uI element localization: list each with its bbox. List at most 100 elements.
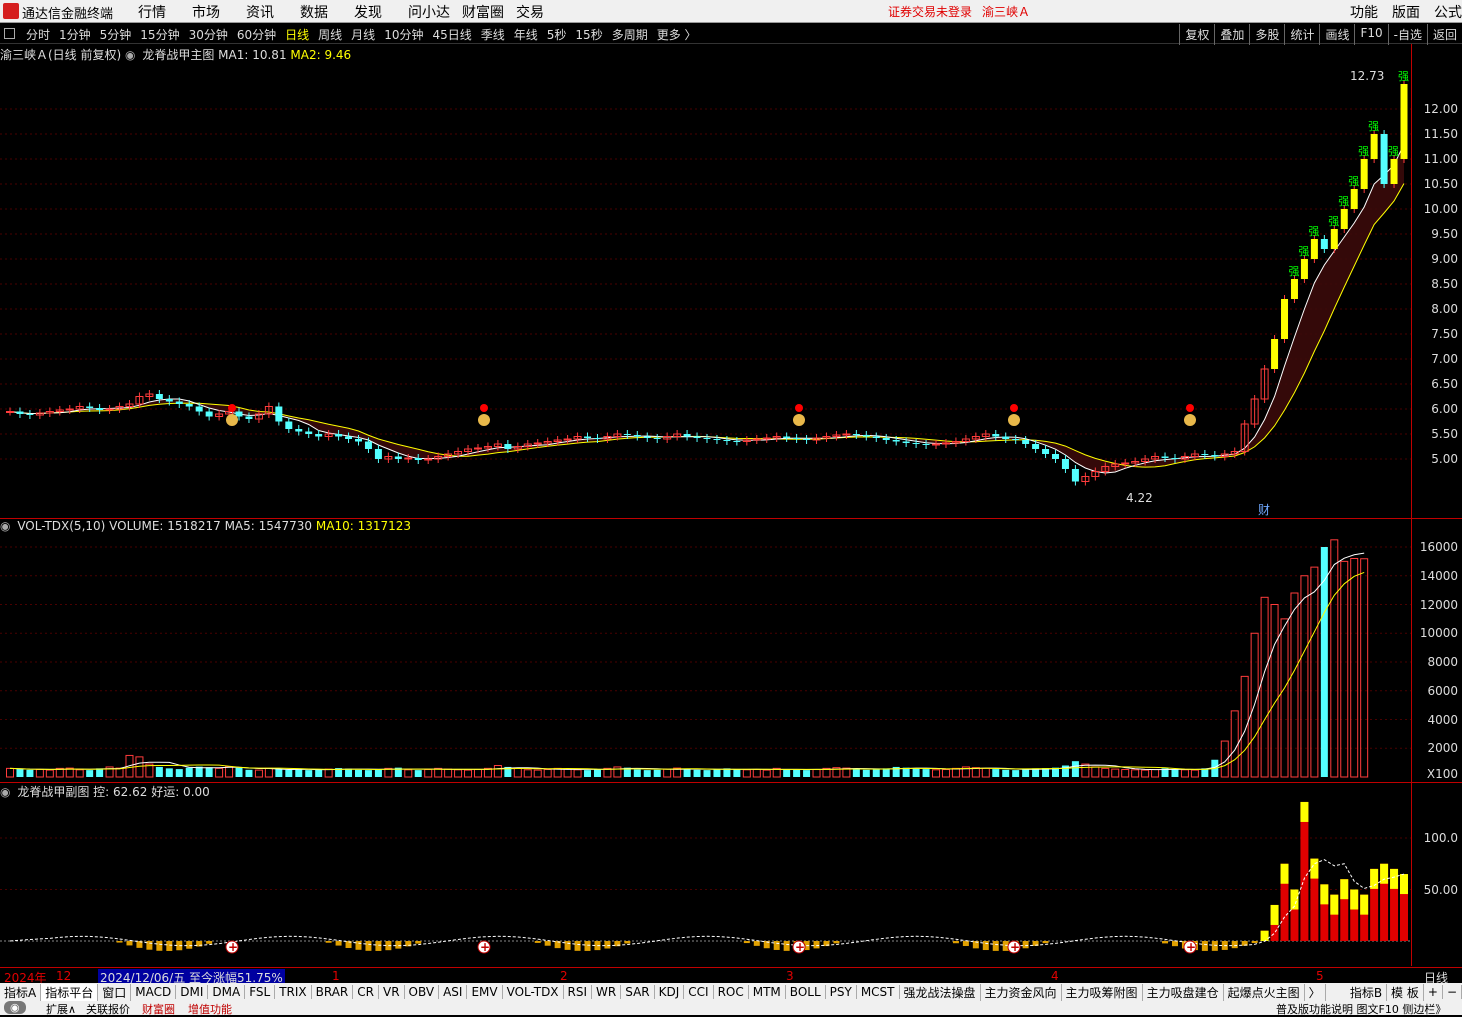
indicator-tab[interactable]: CR	[353, 985, 379, 999]
candle-body	[803, 439, 811, 440]
indicator-tab[interactable]: SAR	[621, 985, 655, 999]
vol-ma10-line	[9, 572, 1365, 770]
strong-marker: 强	[1388, 145, 1399, 158]
indicator-tab[interactable]: 起爆点火主图	[1224, 983, 1305, 1001]
indicator-tab[interactable]: 主力吸盘建仓	[1143, 983, 1224, 1001]
sub-bar-neg	[584, 941, 591, 951]
vol-tick: 16000	[1419, 540, 1458, 554]
indicator-tab[interactable]: RSI	[564, 985, 593, 999]
strong-marker: 强	[1338, 195, 1349, 208]
sub-bar-neg	[1201, 941, 1208, 951]
toggle-icon[interactable]: ◉	[4, 1001, 26, 1014]
kline-chart[interactable]: 强强强强强强强强强强12.734.22财+ + + + +	[0, 0, 1462, 1015]
indicator-tab[interactable]: BOLL	[786, 985, 826, 999]
candle-body	[693, 436, 701, 438]
indicator-right-button[interactable]: 模 板	[1387, 983, 1424, 1001]
volume-bar	[295, 769, 303, 777]
price-tick: 10.50	[1423, 177, 1458, 191]
volume-bar	[1171, 769, 1179, 777]
price-tick: 8.50	[1431, 277, 1458, 291]
candle-body	[165, 399, 173, 402]
candle-body	[1121, 462, 1130, 465]
indicator-tab[interactable]: DMI	[176, 985, 209, 999]
volume-bar	[1131, 769, 1140, 778]
volume-bar	[1190, 769, 1199, 778]
candle-body	[752, 438, 761, 441]
indicator-tab[interactable]: PSY	[826, 985, 857, 999]
volume-bar	[16, 769, 24, 777]
candle-body	[892, 440, 900, 442]
strong-marker: 强	[1348, 175, 1359, 188]
indicator-tab[interactable]: DMA	[208, 985, 246, 999]
candle-body	[1171, 458, 1179, 459]
indicator-right-button[interactable]: +	[1424, 985, 1443, 999]
month-label: 1	[332, 969, 340, 983]
candle-body	[1330, 229, 1338, 249]
indicator-right-button[interactable]: −	[1443, 985, 1462, 999]
volume-bar	[205, 767, 213, 777]
indicator-right-button[interactable]: 指标B	[1346, 983, 1388, 1001]
money-bag-icon	[478, 414, 490, 426]
volume-bar	[922, 769, 930, 777]
indicator-tab[interactable]: ROC	[714, 985, 749, 999]
buy-dot-icon	[1010, 404, 1018, 412]
volume-bar	[86, 770, 94, 777]
volume-bar	[981, 767, 990, 778]
volume-bar	[1260, 596, 1269, 778]
volume-bar	[444, 768, 453, 778]
sub-bar-neg	[186, 941, 193, 949]
volume-bar	[324, 768, 333, 778]
indicator-tab[interactable]: MTM	[749, 985, 786, 999]
indicator-tab[interactable]: VOL-TDX	[503, 985, 564, 999]
volume-bar	[932, 769, 941, 778]
candle-body	[703, 438, 711, 439]
plus-glyph: +	[795, 940, 805, 954]
sub-bar-neg	[604, 941, 611, 949]
volume-bar	[1290, 592, 1299, 778]
volume-bar	[1002, 769, 1010, 777]
candle-body	[922, 444, 930, 445]
indicator-tab[interactable]: 强龙战法操盘	[900, 983, 981, 1001]
volume-bar	[404, 769, 413, 778]
indicator-tab[interactable]: BRAR	[312, 985, 354, 999]
indicator-tab[interactable]: 窗口	[98, 983, 132, 1001]
strong-marker: 强	[1398, 70, 1409, 83]
sub-bar-neg	[743, 941, 750, 944]
indicator-tab[interactable]: KDJ	[655, 985, 685, 999]
indicator-tab[interactable]: MACD	[131, 985, 177, 999]
indicator-tab[interactable]: FSL	[245, 985, 276, 999]
indicator-tab[interactable]: 指标A	[0, 983, 42, 1001]
indicator-tab[interactable]: 〉	[1305, 983, 1326, 1001]
price-tick: 6.00	[1431, 402, 1458, 416]
month-label: 12	[56, 969, 72, 983]
volume-bar	[1101, 767, 1110, 778]
volume-bar	[215, 767, 224, 778]
candle-body	[1380, 134, 1388, 184]
indicator-tab[interactable]: EMV	[467, 985, 503, 999]
sub-bar-cap	[1380, 863, 1389, 884]
vol-ma5-line	[9, 552, 1365, 771]
indicator-tab[interactable]: ASI	[439, 985, 468, 999]
candle-body	[533, 442, 542, 445]
indicator-tab[interactable]: TRIX	[275, 985, 312, 999]
candle-body	[1012, 439, 1020, 440]
volume-bar	[424, 769, 433, 778]
sub-bar-cap	[1260, 930, 1269, 941]
volume-bar	[464, 769, 473, 778]
indicator-tab[interactable]: 指标平台	[41, 983, 99, 1001]
indicator-tab[interactable]: 主力吸筹附图	[1062, 983, 1143, 1001]
sub-bar-neg	[962, 941, 969, 947]
sub-bar-neg	[1231, 941, 1238, 949]
sub-tick: 50.00	[1423, 882, 1458, 897]
indicator-tab[interactable]: WR	[592, 985, 622, 999]
indicator-tab[interactable]: 主力资金风向	[981, 983, 1062, 1001]
candle-body	[404, 457, 413, 460]
indicator-tab[interactable]: OBV	[405, 985, 440, 999]
indicator-tab[interactable]: VR	[379, 985, 405, 999]
candle-body	[105, 408, 114, 411]
indicator-tab[interactable]: MCST	[857, 985, 900, 999]
volume-bar	[533, 769, 542, 778]
indicator-tab[interactable]: CCI	[684, 985, 714, 999]
sub-bar-neg	[375, 941, 382, 951]
sub-bar-neg	[206, 941, 213, 944]
